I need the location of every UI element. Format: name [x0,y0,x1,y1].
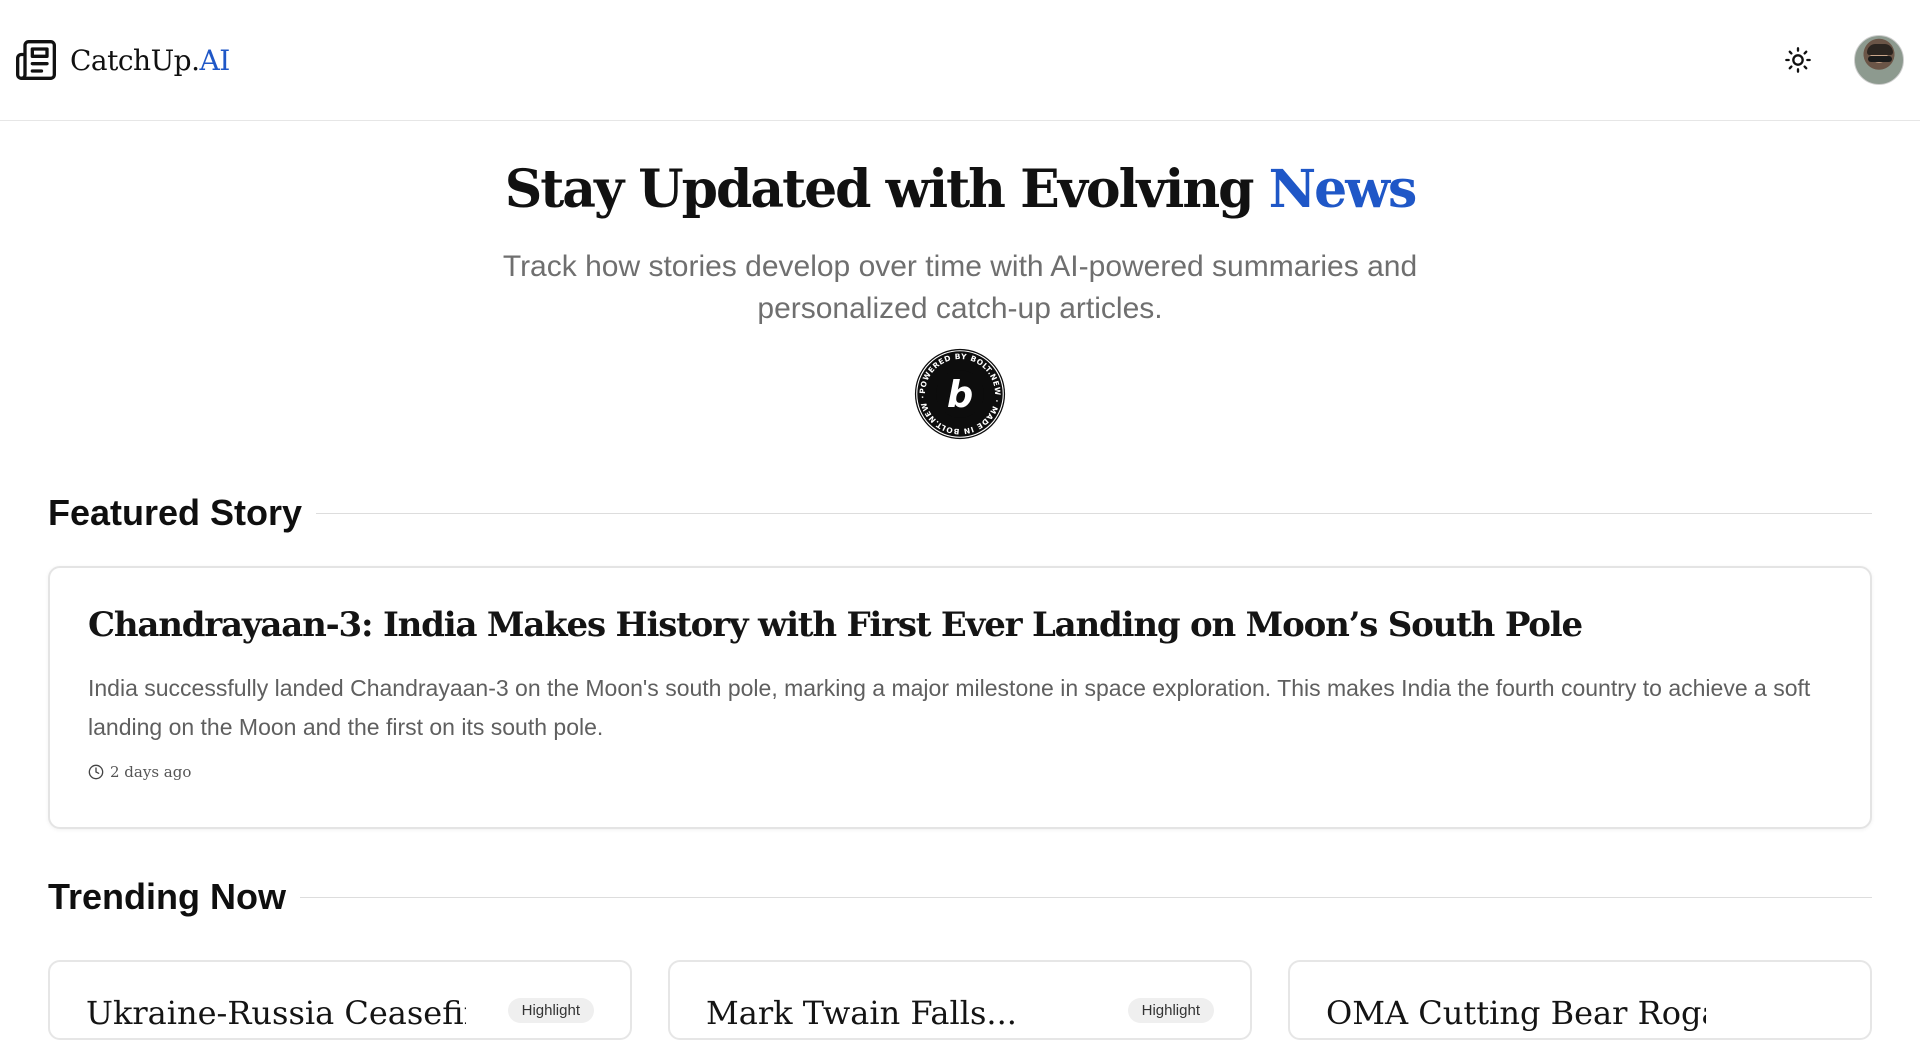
sun-icon [1785,47,1811,73]
hero-title-main: Stay Updated with [504,159,1021,220]
top-navbar: CatchUp.AI [0,0,1920,121]
user-avatar[interactable] [1854,35,1904,85]
hero-section: Stay Updated with Evolving News Track ho… [0,121,1920,440]
trending-card[interactable]: Ukraine-Russia Ceasefire... Highlight [48,960,632,1040]
trending-section-header: Trending Now [48,876,1872,918]
trending-card-title[interactable]: OMA Cutting Bear Rogaine Rap... [1326,994,1706,1032]
trending-card-title[interactable]: Ukraine-Russia Ceasefire... [86,994,466,1032]
featured-story-title[interactable]: Chandrayaan-3: India Makes History with … [88,604,1834,647]
section-divider [300,896,1872,898]
featured-heading: Featured Story [48,492,303,533]
brand[interactable]: CatchUp.AI [14,38,230,82]
bolt-badge-icon[interactable]: POWERED BY BOLT.NEW · MADE IN BOLT.NEW ·… [914,348,1006,440]
bolt-badge-wrap: POWERED BY BOLT.NEW · MADE IN BOLT.NEW ·… [0,348,1920,440]
trending-card-badge: Highlight [507,998,594,1023]
brand-name-main: CatchUp. [70,43,200,77]
section-divider [316,512,1872,514]
brand-name: CatchUp.AI [70,44,230,77]
trending-heading: Trending Now [48,876,286,917]
bolt-badge-letter: b [947,373,973,416]
hero-title: Stay Updated with Evolving News [0,161,1920,218]
header-actions [1772,34,1904,86]
brand-name-ai: AI [199,43,231,77]
featured-story-time: 2 days ago [88,763,1834,781]
trending-card-title[interactable]: Mark Twain Falls... [706,994,1017,1032]
trending-card-badge: Highlight [1127,998,1214,1023]
featured-section-header: Featured Story [48,492,1872,534]
newspaper-icon [16,40,56,80]
trending-card[interactable]: OMA Cutting Bear Rogaine Rap... [1288,960,1872,1040]
trending-card[interactable]: Mark Twain Falls... Highlight [668,960,1252,1040]
clock-icon [88,764,104,779]
hero-title-mid: Evolving [1020,159,1254,220]
featured-story-timestamp: 2 days ago [110,762,192,781]
hero-title-accent: News [1252,159,1418,220]
hero-subtitle: Track how stories develop over time with… [502,250,1418,326]
theme-toggle-button[interactable] [1772,34,1824,86]
featured-story-summary: India successfully landed Chandrayaan-3 … [88,674,1811,740]
featured-story-card[interactable]: Chandrayaan-3: India Makes History with … [48,566,1872,829]
